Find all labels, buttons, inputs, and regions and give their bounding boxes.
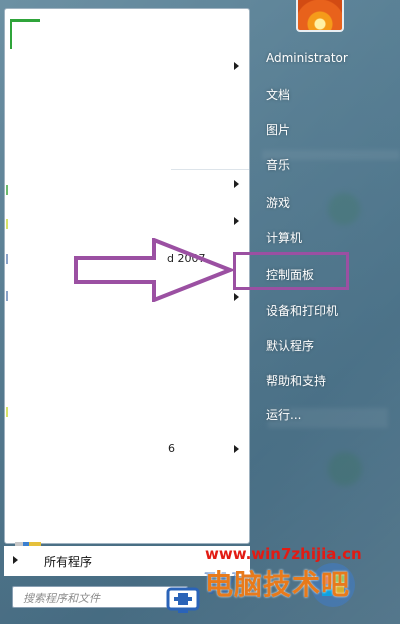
user-name-link[interactable]: Administrator [266,51,348,65]
menu-item-default-programs[interactable]: 默认程序 [266,337,314,354]
submenu-arrow-icon[interactable] [234,180,239,188]
pointer-arrow-icon [74,238,234,302]
search-input[interactable] [21,588,175,609]
user-picture-icon[interactable] [296,0,344,32]
menu-item-documents[interactable]: 文档 [266,86,290,103]
program-icon-edge [6,254,8,264]
submenu-arrow-icon[interactable] [234,62,239,70]
control-panel-highlight-box [233,252,349,290]
menu-item-run[interactable]: 运行... [266,406,301,423]
all-programs-arrow-icon [13,556,18,564]
watermark-logo-icon [166,587,200,613]
pinned-item-accent [10,19,40,22]
program-icon-edge [6,291,8,301]
program-icon-edge [6,219,8,229]
program-item-partial-label[interactable]: 6 [168,442,175,455]
all-programs-label: 所有程序 [44,555,93,569]
submenu-arrow-icon[interactable] [234,293,239,301]
search-box[interactable] [12,586,188,609]
menu-item-games[interactable]: 游戏 [266,194,290,211]
menu-item-computer[interactable]: 计算机 [266,229,302,246]
pinned-item-accent [10,19,12,49]
menu-item-pictures[interactable]: 图片 [266,121,290,138]
pane-separator [171,169,249,170]
watermark-url: www.win7zhijia.cn [205,545,362,563]
submenu-arrow-icon[interactable] [234,445,239,453]
submenu-arrow-icon[interactable] [234,217,239,225]
program-icon-edge [6,185,8,195]
program-icon-edge [6,407,8,417]
menu-item-music[interactable]: 音乐 [266,156,290,173]
menu-item-help-support[interactable]: 帮助和支持 [266,372,326,389]
watermark-logo-text: 电脑技术吧 [205,568,351,601]
menu-item-devices-printers[interactable]: 设备和打印机 [266,302,338,319]
